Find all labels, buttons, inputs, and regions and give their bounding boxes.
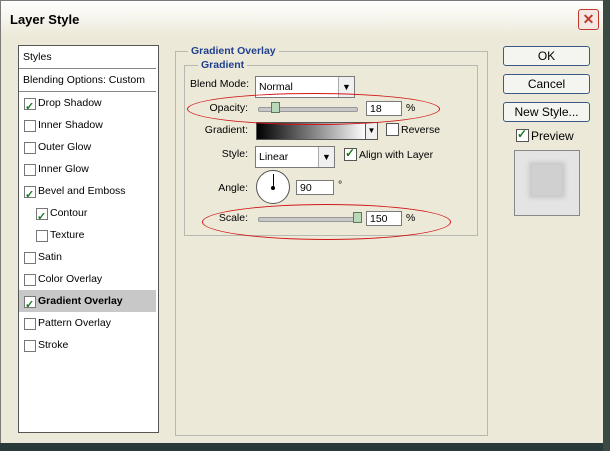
background-strip [0, 443, 610, 451]
angle-unit: ° [338, 179, 343, 191]
new-style-button[interactable]: New Style... [503, 102, 590, 122]
style-item[interactable]: Gradient Overlay [19, 290, 156, 316]
style-item-checkbox[interactable] [24, 164, 36, 176]
style-item-checkbox[interactable] [24, 96, 36, 118]
style-item-label: Outer Glow [38, 141, 92, 153]
style-item[interactable]: Inner Glow [19, 158, 156, 180]
background-edge [603, 0, 610, 451]
gradient-group-title: Gradient [198, 59, 248, 71]
styles-header[interactable]: Styles [19, 46, 156, 69]
title-bar: Layer Style ✕ [1, 1, 603, 37]
preview-checkbox[interactable] [516, 127, 529, 142]
angle-label: Angle: [218, 182, 248, 194]
style-item-checkbox[interactable] [24, 142, 36, 154]
chevron-down-icon: ▼ [318, 147, 334, 167]
preview-label: Preview [531, 129, 574, 143]
style-item[interactable]: Contour [19, 202, 156, 228]
align-with-layer-checkbox[interactable] [344, 146, 357, 161]
style-item-checkbox[interactable] [24, 252, 36, 264]
style-item-label: Bevel and Emboss [38, 185, 126, 197]
style-item-label: Pattern Overlay [38, 317, 111, 329]
style-item-checkbox[interactable] [36, 230, 48, 242]
chevron-down-icon: ▼ [367, 126, 376, 135]
style-item[interactable]: Drop Shadow [19, 92, 156, 118]
style-item-label: Texture [50, 229, 85, 241]
style-item-label: Color Overlay [38, 273, 103, 285]
opacity-annotation-ellipse [187, 93, 440, 125]
angle-input[interactable] [296, 180, 334, 195]
style-item-checkbox[interactable] [24, 274, 36, 286]
window-title: Layer Style [10, 12, 80, 27]
gradient-dropdown[interactable]: ▼ [365, 122, 378, 140]
style-item-checkbox[interactable] [36, 206, 48, 228]
style-item-checkbox[interactable] [24, 340, 36, 352]
style-item-label: Inner Glow [38, 163, 89, 175]
style-item-checkbox[interactable] [24, 318, 36, 330]
blending-options-item[interactable]: Blending Options: Custom [19, 69, 156, 92]
style-item-checkbox[interactable] [24, 120, 36, 132]
close-button[interactable]: ✕ [578, 9, 599, 30]
align-with-layer-label: Align with Layer [359, 149, 434, 161]
style-item[interactable]: Color Overlay [19, 268, 156, 290]
style-item-label: Contour [50, 207, 88, 219]
scale-annotation-ellipse [202, 204, 451, 240]
style-item-label: Stroke [38, 339, 69, 351]
style-item[interactable]: Satin [19, 246, 156, 268]
style-item-label: Satin [38, 251, 62, 263]
blend-mode-label: Blend Mode: [190, 78, 249, 90]
style-item[interactable]: Inner Shadow [19, 114, 156, 136]
ok-button[interactable]: OK [503, 46, 590, 66]
style-item-label: Gradient Overlay [38, 295, 123, 307]
style-item[interactable]: Pattern Overlay [19, 312, 156, 334]
style-item-checkbox[interactable] [24, 184, 36, 206]
styles-list: Styles Blending Options: Custom Drop Sha… [18, 45, 159, 433]
style-item[interactable]: Stroke [19, 334, 156, 356]
style-item-checkbox[interactable] [24, 294, 36, 316]
gradient-overlay-title: Gradient Overlay [188, 45, 279, 57]
preview-thumbnail [514, 150, 580, 216]
style-item[interactable]: Outer Glow [19, 136, 156, 158]
style-select[interactable]: Linear ▼ [255, 146, 335, 168]
close-icon: ✕ [582, 11, 595, 27]
gradient-label: Gradient: [204, 124, 248, 136]
layer-style-dialog: Layer Style ✕ Styles Blending Options: C… [0, 0, 604, 444]
reverse-checkbox[interactable] [386, 123, 399, 136]
style-item-label: Inner Shadow [38, 119, 103, 131]
style-item[interactable]: Bevel and Emboss [19, 180, 156, 206]
angle-dial[interactable] [256, 170, 290, 204]
cancel-button[interactable]: Cancel [503, 74, 590, 94]
style-item[interactable]: Texture [19, 224, 156, 246]
reverse-label: Reverse [401, 124, 441, 136]
style-label: Style: [221, 148, 248, 160]
style-item-label: Drop Shadow [38, 97, 102, 109]
